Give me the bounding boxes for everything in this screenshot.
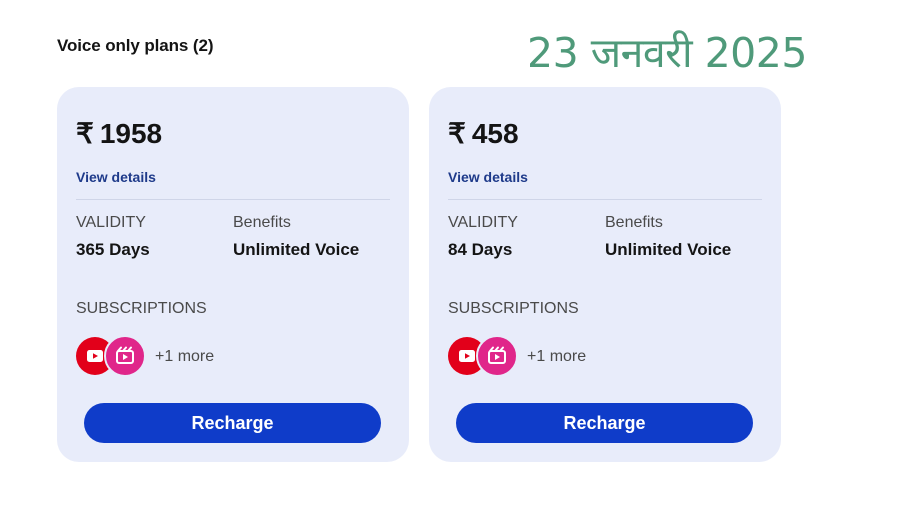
validity-label: VALIDITY [448, 214, 518, 231]
validity-label: VALIDITY [76, 214, 146, 231]
benefits-value: Unlimited Voice [233, 240, 360, 259]
recharge-button[interactable]: Recharge [456, 403, 753, 443]
recharge-button[interactable]: Recharge [84, 403, 381, 443]
validity-value: 84 Days [448, 240, 513, 259]
divider [76, 199, 390, 200]
plan-card: ₹458 View details VALIDITY 84 Days Benef… [429, 87, 781, 462]
plan-price: ₹1958 [76, 117, 162, 150]
subscriptions-label: SUBSCRIPTIONS [76, 300, 207, 317]
currency-symbol: ₹ [448, 118, 466, 149]
subscription-icons [76, 335, 146, 377]
more-subscriptions[interactable]: +1 more [527, 348, 586, 366]
benefits-value: Unlimited Voice [605, 240, 732, 259]
price-amount: 458 [471, 118, 519, 149]
subscription-icons [448, 335, 518, 377]
jio-shorts-icon [104, 335, 146, 377]
view-details-link[interactable]: View details [76, 169, 156, 185]
benefits-label: Benefits [605, 214, 663, 231]
plan-price: ₹458 [448, 117, 519, 150]
section-title: Voice only plans (2) [57, 36, 214, 55]
date-overlay: 23 जनवरी 2025 [527, 29, 807, 77]
plan-card: ₹1958 View details VALIDITY 365 Days Ben… [57, 87, 409, 462]
more-subscriptions[interactable]: +1 more [155, 348, 214, 366]
currency-symbol: ₹ [76, 118, 94, 149]
subscriptions-label: SUBSCRIPTIONS [448, 300, 579, 317]
divider [448, 199, 762, 200]
view-details-link[interactable]: View details [448, 169, 528, 185]
validity-value: 365 Days [76, 240, 150, 259]
price-amount: 1958 [99, 118, 163, 149]
benefits-label: Benefits [233, 214, 291, 231]
jio-shorts-icon [476, 335, 518, 377]
